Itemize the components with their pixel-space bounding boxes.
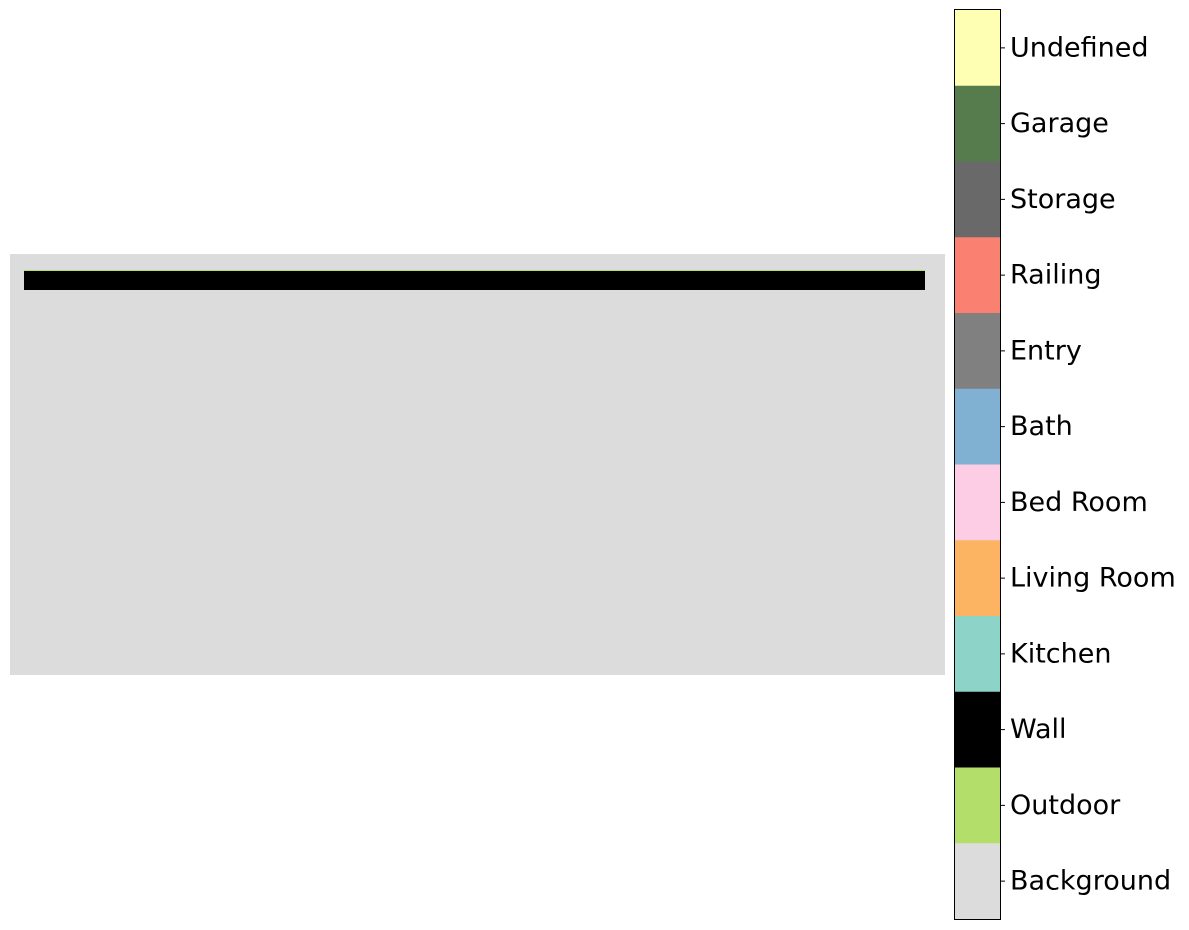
- colorbar-label: Bed Room: [1010, 487, 1148, 518]
- colorbar-swatch-garage: [955, 85, 1000, 162]
- colorbar-swatch-bed-room: [955, 464, 1000, 541]
- colorbar-swatch-outdoor: [955, 767, 1000, 844]
- plan-wall-segment: [24, 271, 925, 290]
- colorbar-swatch-living-room: [955, 540, 1000, 617]
- colorbar-label: Entry: [1010, 335, 1082, 366]
- colorbar-swatch-entry: [955, 313, 1000, 390]
- colorbar-label: Wall: [1010, 714, 1067, 745]
- colorbar-label: Kitchen: [1010, 638, 1111, 669]
- colorbar-swatch-kitchen: [955, 616, 1000, 693]
- colorbar-label: Bath: [1010, 411, 1073, 442]
- colorbar-label: Outdoor: [1010, 790, 1121, 821]
- colorbar-label: Living Room: [1010, 563, 1176, 594]
- floorplan-figure: Undefined Garage Storage Railing Entry Bath Be…: [10, 9, 1176, 920]
- colorbar-swatch-storage: [955, 161, 1000, 238]
- legend-colorbar: Undefined Garage Storage Railing Entry Bath Be…: [955, 10, 1176, 920]
- colorbar-swatch-bath: [955, 388, 1000, 465]
- colorbar-label: Undefined: [1010, 32, 1149, 63]
- colorbar-label: Storage: [1010, 184, 1116, 215]
- colorbar-swatch-background: [955, 843, 1000, 920]
- colorbar-label: Railing: [1010, 260, 1101, 291]
- colorbar-swatch-wall: [955, 691, 1000, 768]
- colorbar-swatch-undefined: [955, 10, 1000, 87]
- floorplan-image: [10, 254, 945, 675]
- plan-background-region: [10, 254, 945, 675]
- colorbar-swatch-railing: [955, 237, 1000, 314]
- colorbar-label: Background: [1010, 866, 1171, 897]
- colorbar-label: Garage: [1010, 108, 1109, 139]
